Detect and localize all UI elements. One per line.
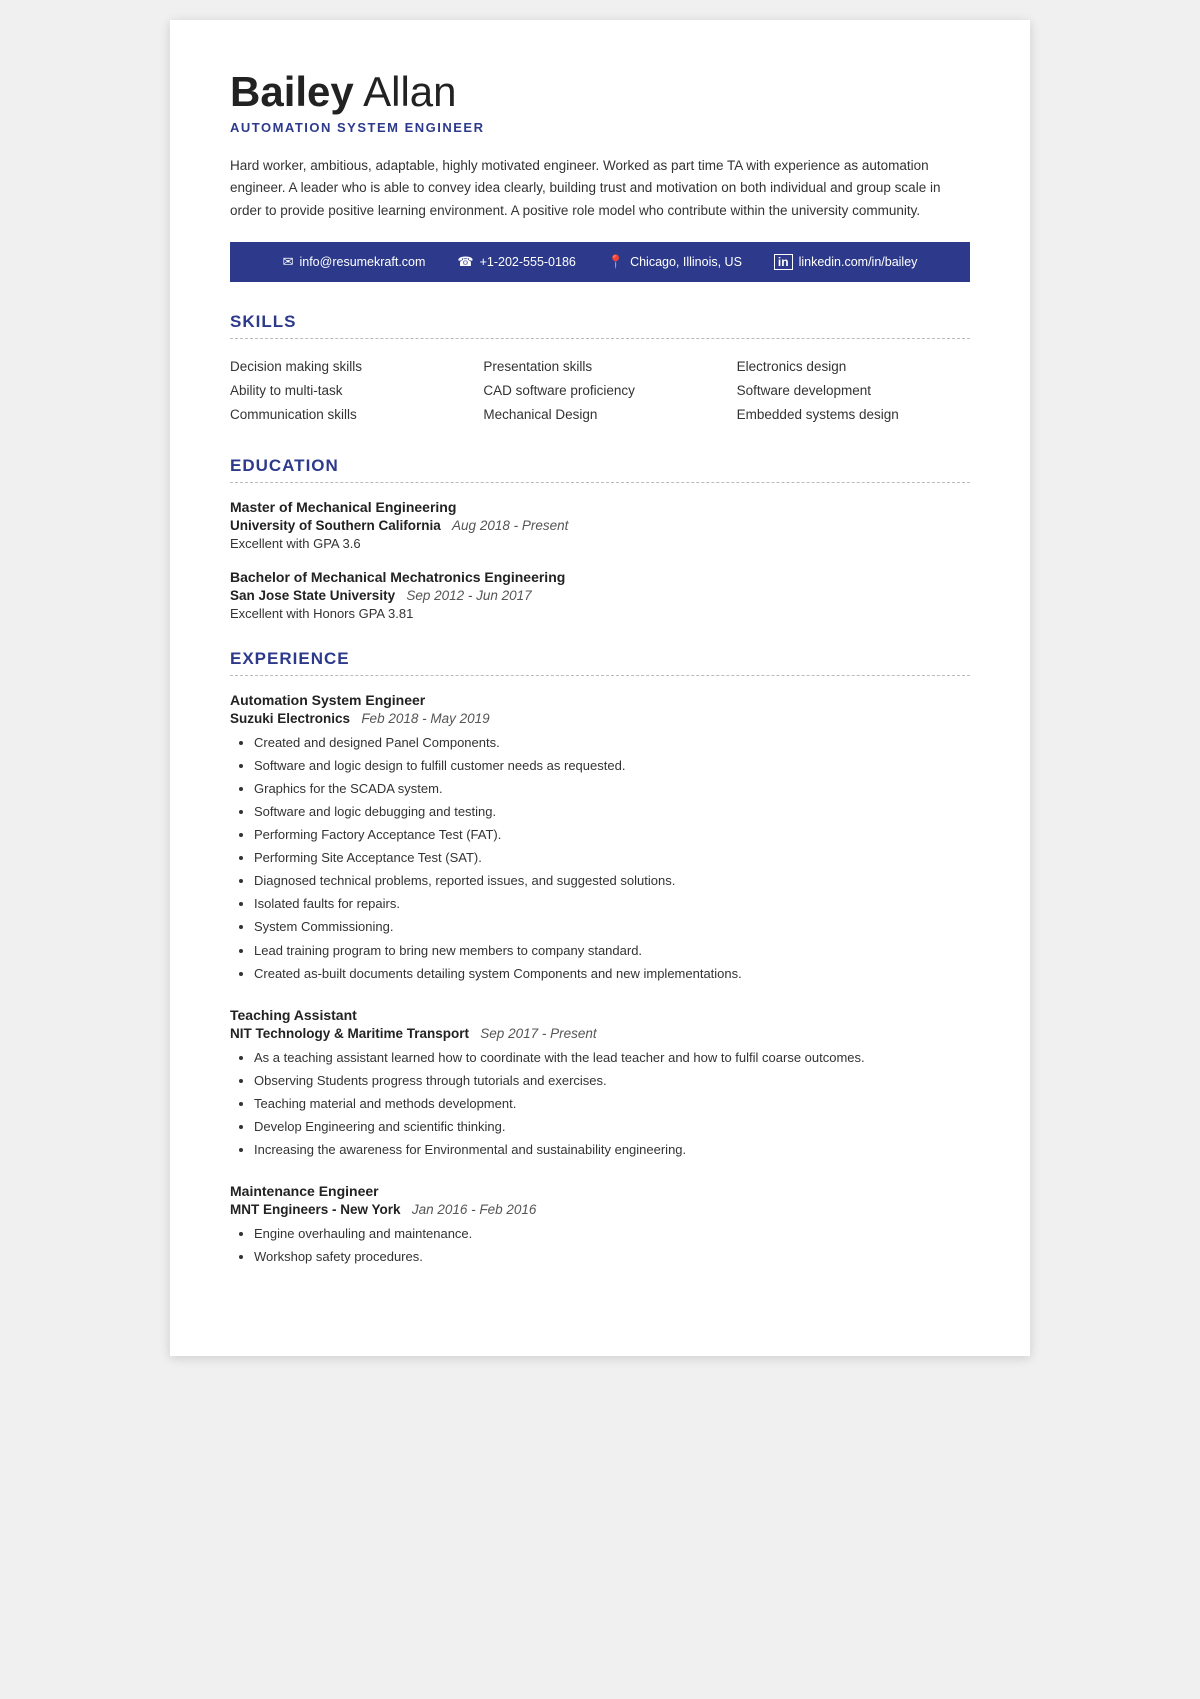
skill-item: Embedded systems design [737, 403, 970, 427]
experience-entry: Teaching Assistant NIT Technology & Mari… [230, 1007, 970, 1161]
exp-date: Sep 2017 - Present [480, 1026, 596, 1041]
last-name: Allan [363, 68, 456, 115]
exp-company-line: NIT Technology & Maritime Transport Sep … [230, 1026, 970, 1041]
skills-col2: Presentation skillsCAD software proficie… [483, 355, 716, 428]
education-entry: Master of Mechanical Engineering Univers… [230, 499, 970, 551]
skill-item: Communication skills [230, 403, 463, 427]
bullet-item: Graphics for the SCADA system. [254, 778, 970, 800]
experience-section: EXPERIENCE Automation System Engineer Su… [230, 649, 970, 1269]
edu-school: University of Southern California [230, 518, 441, 533]
edu-gpa: Excellent with Honors GPA 3.81 [230, 606, 970, 621]
skill-item: Mechanical Design [483, 403, 716, 427]
skills-title: SKILLS [230, 312, 970, 339]
skill-item: Electronics design [737, 355, 970, 379]
skills-section: SKILLS Decision making skillsAbility to … [230, 312, 970, 428]
contact-bar: ✉ info@resumekraft.com ☎ +1-202-555-0186… [230, 242, 970, 282]
bullet-item: As a teaching assistant learned how to c… [254, 1047, 970, 1069]
email-icon: ✉ [283, 254, 294, 270]
skills-col1: Decision making skillsAbility to multi-t… [230, 355, 463, 428]
bullet-item: Software and logic debugging and testing… [254, 801, 970, 823]
first-name: Bailey [230, 68, 354, 115]
exp-company-line: Suzuki Electronics Feb 2018 - May 2019 [230, 711, 970, 726]
bullet-item: Observing Students progress through tuto… [254, 1070, 970, 1092]
exp-company: NIT Technology & Maritime Transport [230, 1026, 469, 1041]
location-icon: 📍 [608, 254, 624, 270]
contact-linkedin: in linkedin.com/in/bailey [774, 254, 917, 270]
phone-text: +1-202-555-0186 [480, 255, 576, 269]
bullet-item: Engine overhauling and maintenance. [254, 1223, 970, 1245]
experience-entries: Automation System Engineer Suzuki Electr… [230, 692, 970, 1269]
contact-phone: ☎ +1-202-555-0186 [457, 254, 575, 270]
exp-date: Jan 2016 - Feb 2016 [412, 1202, 537, 1217]
phone-icon: ☎ [457, 254, 473, 270]
skills-grid: Decision making skillsAbility to multi-t… [230, 355, 970, 428]
education-title: EDUCATION [230, 456, 970, 483]
exp-company: Suzuki Electronics [230, 711, 350, 726]
education-entry: Bachelor of Mechanical Mechatronics Engi… [230, 569, 970, 621]
resume-container: Bailey Allan AUTOMATION SYSTEM ENGINEER … [170, 20, 1030, 1356]
education-entries: Master of Mechanical Engineering Univers… [230, 499, 970, 621]
exp-company-line: MNT Engineers - New York Jan 2016 - Feb … [230, 1202, 970, 1217]
skills-col3: Electronics designSoftware developmentEm… [737, 355, 970, 428]
edu-school-line: University of Southern California Aug 20… [230, 518, 970, 533]
exp-title: Teaching Assistant [230, 1007, 970, 1023]
skill-item: Presentation skills [483, 355, 716, 379]
edu-date: Sep 2012 - Jun 2017 [406, 588, 531, 603]
linkedin-text: linkedin.com/in/bailey [799, 255, 918, 269]
email-text: info@resumekraft.com [299, 255, 425, 269]
exp-bullets: Created and designed Panel Components.So… [230, 732, 970, 985]
linkedin-icon: in [774, 254, 793, 270]
bullet-item: Diagnosed technical problems, reported i… [254, 870, 970, 892]
edu-degree: Master of Mechanical Engineering [230, 499, 970, 515]
contact-location: 📍 Chicago, Illinois, US [608, 254, 742, 270]
skill-item: CAD software proficiency [483, 379, 716, 403]
exp-title: Automation System Engineer [230, 692, 970, 708]
bullet-item: Isolated faults for repairs. [254, 893, 970, 915]
edu-degree: Bachelor of Mechanical Mechatronics Engi… [230, 569, 970, 585]
bullet-item: Lead training program to bring new membe… [254, 940, 970, 962]
header-name: Bailey Allan [230, 68, 970, 116]
exp-date: Feb 2018 - May 2019 [361, 711, 489, 726]
header-title: AUTOMATION SYSTEM ENGINEER [230, 120, 970, 135]
skill-item: Decision making skills [230, 355, 463, 379]
experience-title: EXPERIENCE [230, 649, 970, 676]
location-text: Chicago, Illinois, US [630, 255, 742, 269]
exp-title: Maintenance Engineer [230, 1183, 970, 1199]
bullet-item: Develop Engineering and scientific think… [254, 1116, 970, 1138]
bullet-item: System Commissioning. [254, 916, 970, 938]
education-section: EDUCATION Master of Mechanical Engineeri… [230, 456, 970, 621]
bullet-item: Created and designed Panel Components. [254, 732, 970, 754]
exp-bullets: Engine overhauling and maintenance.Works… [230, 1223, 970, 1268]
bullet-item: Teaching material and methods developmen… [254, 1093, 970, 1115]
summary-text: Hard worker, ambitious, adaptable, highl… [230, 155, 970, 222]
bullet-item: Increasing the awareness for Environment… [254, 1139, 970, 1161]
exp-company: MNT Engineers - New York [230, 1202, 401, 1217]
bullet-item: Workshop safety procedures. [254, 1246, 970, 1268]
edu-school-line: San Jose State University Sep 2012 - Jun… [230, 588, 970, 603]
bullet-item: Software and logic design to fulfill cus… [254, 755, 970, 777]
skill-item: Ability to multi-task [230, 379, 463, 403]
bullet-item: Performing Factory Acceptance Test (FAT)… [254, 824, 970, 846]
edu-date: Aug 2018 - Present [452, 518, 568, 533]
edu-school: San Jose State University [230, 588, 395, 603]
bullet-item: Performing Site Acceptance Test (SAT). [254, 847, 970, 869]
edu-gpa: Excellent with GPA 3.6 [230, 536, 970, 551]
bullet-item: Created as-built documents detailing sys… [254, 963, 970, 985]
skill-item: Software development [737, 379, 970, 403]
exp-bullets: As a teaching assistant learned how to c… [230, 1047, 970, 1161]
experience-entry: Maintenance Engineer MNT Engineers - New… [230, 1183, 970, 1268]
contact-email: ✉ info@resumekraft.com [283, 254, 426, 270]
experience-entry: Automation System Engineer Suzuki Electr… [230, 692, 970, 985]
